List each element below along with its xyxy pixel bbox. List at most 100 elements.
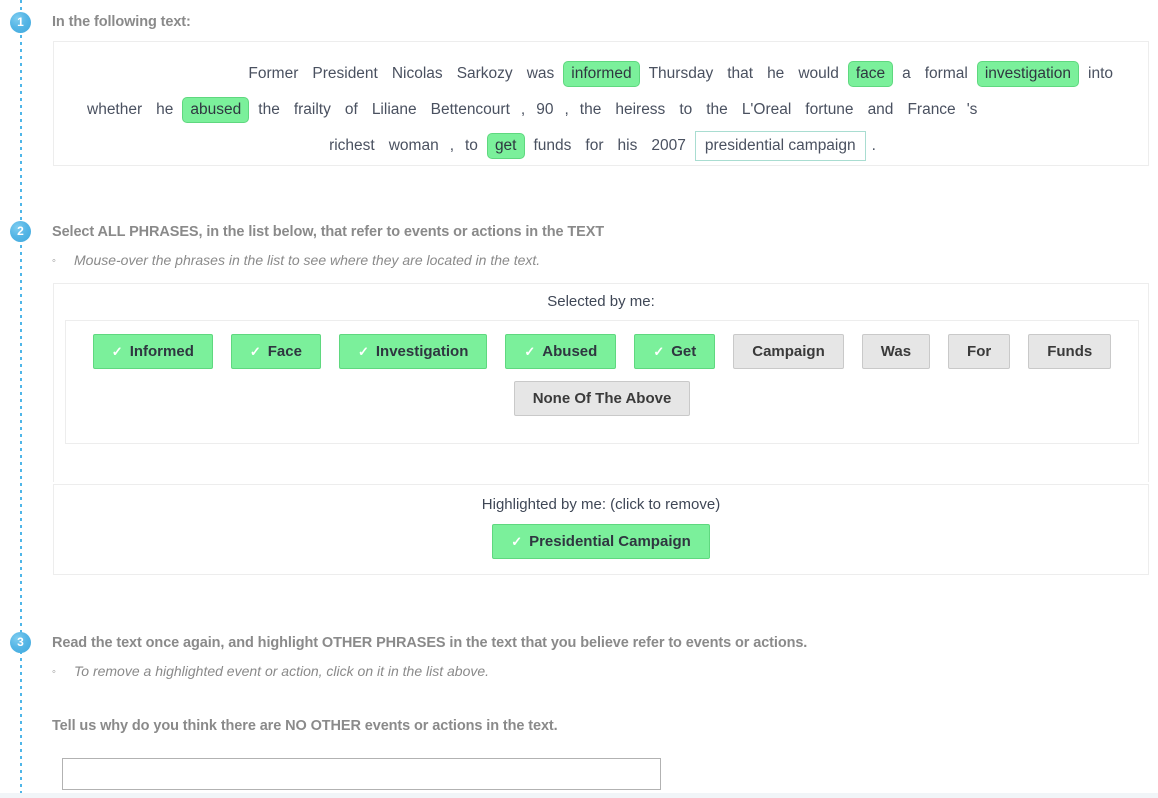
passage-token: Bettencourt xyxy=(430,101,510,118)
passage-token: . xyxy=(871,137,876,154)
step2-sub-bullet-text: Mouse-over the phrases in the list to se… xyxy=(74,252,541,268)
step-badge-2: 2 xyxy=(10,221,31,242)
passage-token: his xyxy=(617,137,638,154)
passage-token: 's xyxy=(966,101,978,118)
chip-label: For xyxy=(967,343,992,360)
highlighted-phrase-chip[interactable]: ✓ Presidential Campaign xyxy=(492,524,710,559)
check-icon: ✓ xyxy=(511,534,523,549)
passage-token: for xyxy=(585,137,604,154)
phrase-chip[interactable]: Funds xyxy=(1028,334,1112,369)
passage-line-1: Former President Nicolas Sarkozy was informed… xyxy=(78,56,1124,92)
passage-token: he xyxy=(156,101,174,118)
passage-token: President xyxy=(312,65,378,82)
step2-sub-bullet: ◦ Mouse-over the phrases in the list to s… xyxy=(52,252,540,268)
passage-token: Thursday xyxy=(648,65,714,82)
timeline-dotted-line xyxy=(20,0,22,798)
step2-heading: Select ALL PHRASES, in the list below, t… xyxy=(52,224,605,240)
why-no-other-events-label: Tell us why do you think there are NO OT… xyxy=(52,718,558,734)
phrase-chip[interactable]: Was xyxy=(861,334,931,369)
passage-highlighted-token[interactable]: investigation xyxy=(976,61,1079,87)
chip-label: Face xyxy=(267,343,302,360)
passage-token: heiress xyxy=(615,101,666,118)
passage-highlighted-token[interactable]: face xyxy=(847,61,894,87)
passage-token: a xyxy=(902,65,911,82)
passage-token: was xyxy=(526,65,555,82)
chip-label: Informed xyxy=(129,343,194,360)
passage-token: France xyxy=(907,101,956,118)
chip-label: Campaign xyxy=(752,343,825,360)
passage-token: Sarkozy xyxy=(456,65,513,82)
passage-highlighted-token[interactable]: abused xyxy=(182,97,250,123)
selected-by-me-label: Selected by me: xyxy=(547,293,655,310)
passage-token: he xyxy=(767,65,785,82)
passage-token: Liliane xyxy=(371,101,417,118)
passage-outlined-token[interactable]: presidential campaign xyxy=(694,131,866,161)
chip-label: Funds xyxy=(1047,343,1093,360)
passage-token: 90 xyxy=(536,101,554,118)
phrase-chip[interactable]: ✓ Abused xyxy=(505,334,617,369)
passage-token: , xyxy=(520,101,526,118)
passage-highlighted-token[interactable]: get xyxy=(486,133,525,159)
passage-token: Former xyxy=(248,65,299,82)
highlighted-by-me-label: Highlighted by me: (click to remove) xyxy=(481,496,721,513)
bullet-icon: ◦ xyxy=(52,255,56,267)
passage-token: fortune xyxy=(805,101,854,118)
none-of-the-above-chip[interactable]: None Of The Above xyxy=(513,381,691,416)
phrase-chip[interactable]: ✓ Informed xyxy=(92,334,213,369)
check-icon: ✓ xyxy=(111,344,123,359)
phrase-chip-row-secondary: None Of The Above xyxy=(66,381,1138,416)
chip-label: None Of The Above xyxy=(532,390,672,407)
passage-token: the xyxy=(258,101,280,118)
passage-token: to xyxy=(465,137,478,154)
phrase-chip[interactable]: ✓ Face xyxy=(230,334,321,369)
selected-phrases-panel: Selected by me: ✓ Informed ✓ Face ✓ Investiga… xyxy=(53,283,1149,482)
passage-token: into xyxy=(1088,65,1113,82)
passage-token: Nicolas xyxy=(391,65,443,82)
check-icon: ✓ xyxy=(249,344,261,359)
chip-label: Abused xyxy=(542,343,598,360)
phrase-chip-row-primary: ✓ Informed ✓ Face ✓ Investigation ✓ Abused ✓ Get C… xyxy=(66,334,1138,369)
chip-label: Get xyxy=(671,343,697,360)
passage-token: the xyxy=(706,101,728,118)
phrase-chip[interactable]: Campaign xyxy=(733,334,844,369)
passage-token: 2007 xyxy=(651,137,686,154)
task-page: 1 In the following text: Former President… xyxy=(0,0,1158,798)
step3-sub-bullet: ◦ To remove a highlighted event or action… xyxy=(52,663,489,679)
passage-token: whether xyxy=(87,101,143,118)
phrase-chip[interactable]: ✓ Get xyxy=(634,334,716,369)
check-icon: ✓ xyxy=(653,344,665,359)
step-badge-1: 1 xyxy=(10,12,31,33)
source-text-panel: Former President Nicolas Sarkozy was informed… xyxy=(53,41,1149,166)
passage-line-2: whether he abused the frailty of Liliane Betten… xyxy=(78,92,1124,128)
highlighted-phrases-panel: Highlighted by me: (click to remove) ✓ Pr… xyxy=(53,484,1149,575)
step-badge-3: 3 xyxy=(10,632,31,653)
passage-highlighted-token[interactable]: informed xyxy=(563,61,640,87)
passage-token: frailty xyxy=(293,101,331,118)
passage-token: , xyxy=(449,137,454,154)
page-bottom-strip xyxy=(0,793,1158,798)
passage-token: woman xyxy=(388,137,439,154)
step3-sub-bullet-text: To remove a highlighted event or action,… xyxy=(74,663,490,679)
chip-label: Presidential Campaign xyxy=(529,533,691,550)
why-no-other-events-input[interactable] xyxy=(62,758,661,790)
passage-token: , xyxy=(564,101,569,118)
passage-token: L'Oreal xyxy=(741,101,792,118)
phrase-chip[interactable]: ✓ Investigation xyxy=(338,334,488,369)
check-icon: ✓ xyxy=(357,344,369,359)
chip-label: Investigation xyxy=(375,343,469,360)
phrase-chip[interactable]: For xyxy=(948,334,1011,369)
highlighted-chip-row: ✓ Presidential Campaign xyxy=(54,524,1148,559)
passage-token: to xyxy=(679,101,693,118)
passage-token: of xyxy=(344,101,358,118)
phrase-chip-container: ✓ Informed ✓ Face ✓ Investigation ✓ Abused ✓ Get C… xyxy=(65,320,1139,444)
passage-token: and xyxy=(867,101,894,118)
passage-token: the xyxy=(579,101,602,118)
passage-token: would xyxy=(798,65,839,82)
chip-label: Was xyxy=(880,343,912,360)
passage-line-3: richest woman, to get funds for his 2007 preside… xyxy=(78,128,1124,164)
passage-token: that xyxy=(727,65,754,82)
step3-heading: Read the text once again, and highlight … xyxy=(52,635,808,651)
bullet-icon: ◦ xyxy=(52,666,56,678)
check-icon: ✓ xyxy=(524,344,536,359)
passage-token: richest xyxy=(329,137,375,154)
